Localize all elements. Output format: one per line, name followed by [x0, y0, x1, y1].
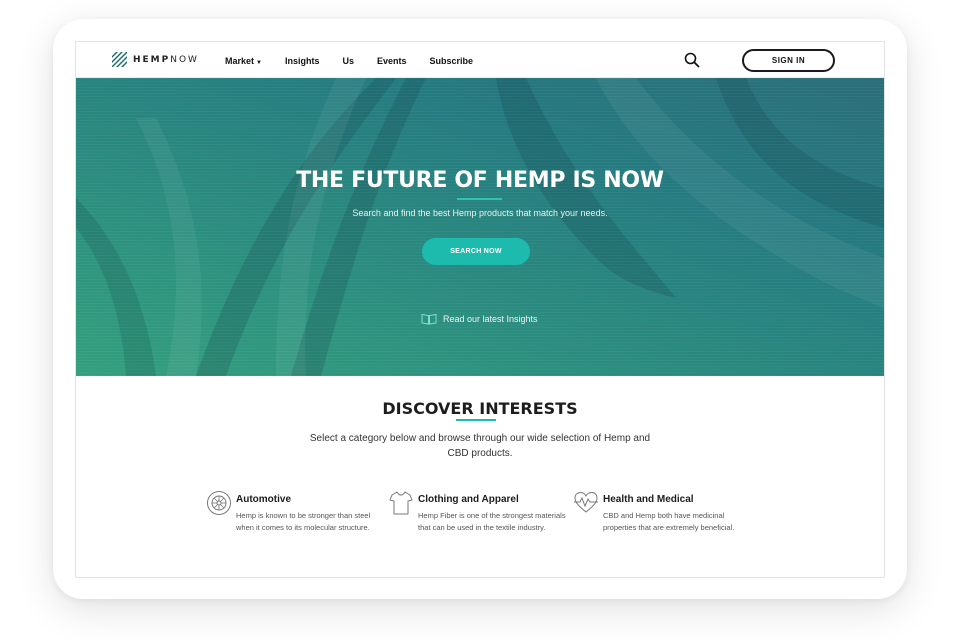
sign-in-button[interactable]: SIGN IN	[742, 49, 835, 72]
hero-subtitle: Search and find the best Hemp products t…	[352, 208, 608, 218]
discover-description: Select a category below and browse throu…	[309, 433, 651, 459]
nav-link-events[interactable]: Events	[377, 56, 407, 66]
hemp-logo-icon	[112, 52, 127, 67]
top-nav: HEMPNOW Market ▼ Insights Us Events Subsc…	[76, 42, 884, 78]
nav-link-insights[interactable]: Insights	[285, 56, 320, 66]
discover-underline	[456, 419, 496, 421]
category-title: Clothing and Apparel	[418, 494, 519, 505]
browser-screen: HEMPNOW Market ▼ Insights Us Events Subsc…	[75, 41, 885, 578]
brand-name: HEMPNOW	[133, 54, 199, 65]
insights-link-label: Read our latest Insights	[443, 314, 538, 324]
search-icon[interactable]	[684, 52, 700, 68]
discover-title: DISCOVER INTERESTS	[382, 399, 578, 418]
open-book-icon	[421, 313, 437, 325]
search-now-button[interactable]: SEARCH NOW	[422, 238, 530, 265]
tire-icon	[207, 491, 231, 515]
hero-banner: THE FUTURE OF HEMP IS NOW Search and fin…	[76, 78, 884, 376]
title-underline	[457, 198, 502, 200]
category-text: CBD and Hemp both have medicinal propert…	[603, 511, 735, 532]
category-text: Hemp Fiber is one of the strongest mater…	[418, 511, 566, 532]
hemp-leaf-background	[76, 78, 884, 376]
heartbeat-icon	[574, 491, 598, 513]
latest-insights-link[interactable]: Read our latest Insights	[421, 313, 538, 325]
tshirt-icon	[389, 491, 413, 515]
category-title: Health and Medical	[603, 494, 694, 505]
nav-link-market[interactable]: Market ▼	[225, 56, 262, 66]
category-title: Automotive	[236, 494, 291, 505]
nav-link-us[interactable]: Us	[342, 56, 354, 66]
caret-down-icon: ▼	[256, 60, 262, 66]
nav-links: Market ▼ Insights Us Events Subscribe	[225, 56, 473, 66]
hero-title: THE FUTURE OF HEMP IS NOW	[296, 168, 664, 193]
brand-logo[interactable]: HEMPNOW	[112, 52, 199, 67]
category-text: Hemp is known to be stronger than steel …	[236, 511, 371, 532]
nav-link-subscribe[interactable]: Subscribe	[430, 56, 474, 66]
